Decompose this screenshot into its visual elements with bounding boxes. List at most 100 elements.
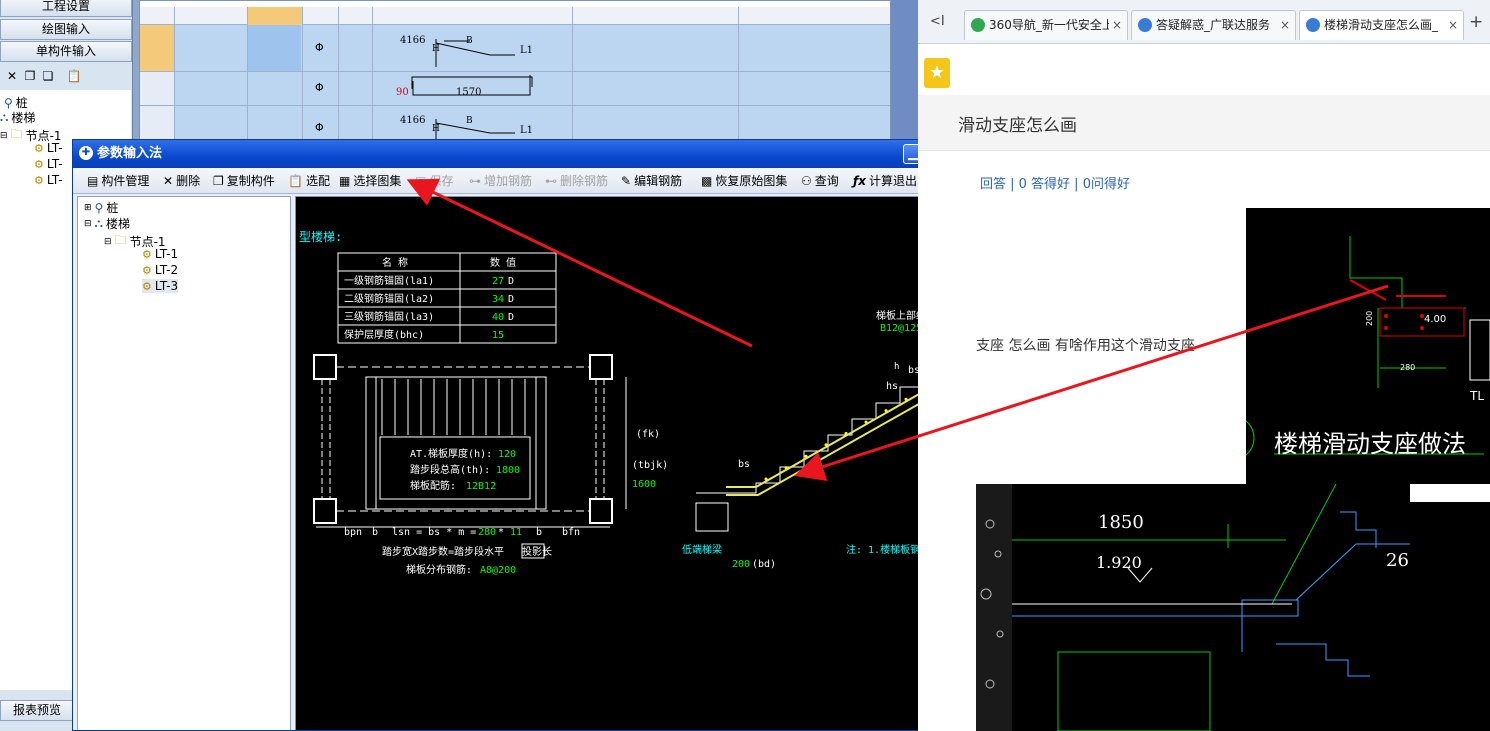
svg-text:90: 90 <box>396 87 409 98</box>
gear-icon: ⚙ <box>142 279 152 293</box>
svg-text:H: H <box>432 44 440 54</box>
nav-single-input[interactable]: 单构件输入 <box>0 41 132 62</box>
browser-window: <I 360导航_新一代安全上 × 答疑解惑_广联达服务 × 楼梯滑动支座怎么画_ ×… <box>918 0 1490 731</box>
query-button[interactable]: ⚇ 查询 <box>801 172 839 189</box>
copy-icon: ❐ <box>213 173 224 188</box>
add-rebar-button[interactable]: ⊶ 增加钢筋 <box>469 172 532 189</box>
svg-text:楼梯滑动支座做法: 楼梯滑动支座做法 <box>1274 430 1466 458</box>
expand-icon: ⊟ <box>0 130 8 141</box>
svg-text:梯板分布钢筋:: 梯板分布钢筋: <box>406 563 472 576</box>
restore-icon: ▩ <box>701 173 713 188</box>
choose-atlas-button[interactable]: ▦ 选择图集 <box>339 172 401 189</box>
svg-text:*: * <box>498 527 504 538</box>
tree-item-lt[interactable]: ⚙ LT- <box>34 157 62 171</box>
svg-text:H: H <box>432 124 440 134</box>
svg-text:4.00: 4.00 <box>1424 314 1446 325</box>
tree-item-lt1[interactable]: ⚙ LT-1 <box>142 247 178 261</box>
table-header: 名 称 <box>382 256 408 269</box>
table-row-value: 40 <box>492 312 504 323</box>
delete-icon: ✕ <box>163 173 174 188</box>
folder-icon: 🗀 <box>114 233 127 247</box>
stair-icon: ⛬ <box>94 216 103 230</box>
svg-text:bpn: bpn <box>344 527 362 538</box>
rebar-dot <box>884 409 888 413</box>
dialog-tree: ⊞ ⚲ 桩 ⊟ ⛬ 楼梯 ⊟ 🗀 节点-1 ⚙ LT-1 ⚙ LT-2 ⚙ LT-3 <box>77 196 291 730</box>
clipboard-icon: 📋 <box>288 173 303 188</box>
svg-text:(fk): (fk) <box>636 429 660 440</box>
edit-rebar-button[interactable]: ✎ 编辑钢筋 <box>621 172 682 189</box>
table-row-value: 27 <box>492 276 504 287</box>
delete-rebar-button[interactable]: ⊷ 删除钢筋 <box>545 172 608 189</box>
svg-text:bfn: bfn <box>562 527 580 538</box>
pile-icon: ⚲ <box>94 200 104 215</box>
restore-atlas-button[interactable]: ▩ 恢复原始图集 <box>701 172 787 189</box>
expand-icon: ⊞ <box>84 202 92 213</box>
tree-item-stair[interactable]: ⊟ ⛬ 楼梯 <box>84 215 130 232</box>
row-selector[interactable] <box>140 71 174 141</box>
svg-text:200: 200 <box>732 559 750 570</box>
tree-item-lt3[interactable]: ⚙ LT-3 <box>142 279 179 293</box>
tree-item-lt[interactable]: ⚙ LT- <box>34 173 62 187</box>
table-row-unit: D <box>508 312 514 323</box>
close-tab-icon[interactable]: × <box>1276 11 1290 39</box>
new-tab-button[interactable]: + <box>1469 12 1483 32</box>
svg-text:低端梯梁: 低端梯梁 <box>682 543 722 556</box>
sidebar-toggle-button[interactable]: <I <box>930 14 945 29</box>
copy-icon[interactable]: ❐ <box>22 68 38 84</box>
svg-text:4166: 4166 <box>400 35 425 46</box>
tree-item-lt[interactable]: ⚙ LT- <box>34 141 62 155</box>
row-selector-current[interactable] <box>140 25 174 71</box>
rebar-grid: Φ Φ Φ 4166 H B L1 90 1570 4166 H B L1 <box>139 0 891 141</box>
tree-item-lt2[interactable]: ⚙ LT-2 <box>142 263 178 277</box>
collapse-icon: ⊟ <box>104 236 112 247</box>
atlas-drawing-canvas[interactable]: 型楼梯: 名 称 数 值 一级钢筋锚固(la1) 27 D 二级钢筋锚固(la2) 34… <box>295 196 973 730</box>
calc-exit-button[interactable]: ƒx 计算退出 <box>853 172 917 189</box>
component-manage-button[interactable]: ▤ 构件管理 <box>87 172 149 189</box>
svg-text:(tbjk): (tbjk) <box>632 460 668 471</box>
dialog-title[interactable]: ✚ 参数输入法 ▁ □ ✕ <box>73 140 973 168</box>
select-config-button[interactable]: 📋 选配 <box>288 172 330 189</box>
copy-component-button[interactable]: ❐ 复制构件 <box>213 172 275 189</box>
delete-button[interactable]: ✕ 删除 <box>163 172 200 189</box>
paste-icon[interactable]: ❏ <box>40 68 56 84</box>
tab-stair-support[interactable]: 楼梯滑动支座怎么画_ × <box>1299 10 1464 40</box>
low-beam <box>695 502 729 532</box>
rebar-shape-diagrams: 4166 H B L1 90 1570 4166 H B L1 <box>396 35 533 139</box>
clipboard-icon[interactable]: 📋 <box>66 68 82 84</box>
rebar-dot <box>864 420 868 424</box>
title-bar: 滑动支座怎么画 <box>918 95 1490 151</box>
svg-text:b: b <box>372 527 378 538</box>
grid-active-cell[interactable] <box>248 25 301 71</box>
svg-text:4166: 4166 <box>400 115 425 126</box>
nav-draw-input[interactable]: 绘图输入 <box>0 19 132 40</box>
svg-text:b: b <box>536 527 542 538</box>
add-rebar-icon: ⊶ <box>469 173 481 188</box>
tree-item-pile[interactable]: ⊞ ⚲ 桩 <box>84 199 118 216</box>
close-tab-icon[interactable]: × <box>1444 11 1458 39</box>
tab-360-nav[interactable]: 360导航_新一代安全上 × <box>964 10 1128 40</box>
image-gap <box>1410 484 1490 502</box>
answer-stats[interactable]: 回答 | 0 答得好 | 0问得好 <box>980 173 1130 192</box>
svg-text:280: 280 <box>1400 363 1415 372</box>
tab-glodon-qa[interactable]: 答疑解惑_广联达服务 × <box>1131 10 1296 40</box>
svg-text:1570: 1570 <box>456 87 481 98</box>
stair-treads <box>381 379 526 435</box>
close-tab-icon[interactable]: × <box>1108 11 1122 39</box>
table-row-value: 15 <box>492 330 504 341</box>
tree-item-stair[interactable]: ⛬ 楼梯 <box>0 109 35 126</box>
nav-project-settings[interactable]: 工程设置 <box>0 0 132 17</box>
svg-text:L1: L1 <box>520 45 533 56</box>
grade-symbol: Φ <box>315 121 324 134</box>
dialog-toolbar: ▤ 构件管理 ✕ 删除 ❐ 复制构件 📋 选配 ▦ 选择图集 ▣ 保存 ⊶ 增加钢筋 ⊷ 删除钢… <box>73 168 973 194</box>
table-row-name: 一级钢筋锚固(la1) <box>344 274 434 287</box>
save-button[interactable]: ▣ 保存 <box>415 172 453 189</box>
stair-drawing: 型楼梯: 名 称 数 值 一级钢筋锚固(la1) 27 D 二级钢筋锚固(la2) 34… <box>299 229 973 576</box>
question-text: 支座 怎么画 有啥作用这个滑动支座 <box>976 338 1195 354</box>
favorite-star-icon[interactable]: ★ <box>924 58 950 88</box>
gear-icon: ⚙ <box>34 141 44 155</box>
delete-icon[interactable]: ✕ <box>4 68 20 84</box>
delete-rebar-icon: ⊷ <box>545 173 557 188</box>
grade-symbol: Φ <box>315 81 324 94</box>
nav-report-preview[interactable]: 报表预览 <box>0 700 74 721</box>
svg-text:A8@200: A8@200 <box>480 565 516 576</box>
